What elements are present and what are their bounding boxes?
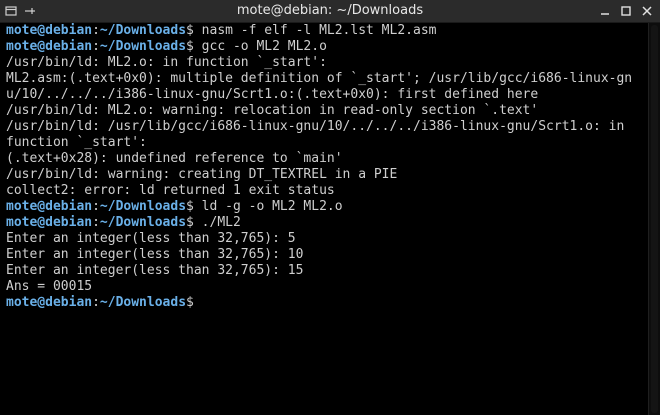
output-text: Enter an integer(less than 32,765): 5 xyxy=(6,231,296,246)
prompt-path: ~/Downloads xyxy=(99,295,187,310)
output-line: Enter an integer(less than 32,765): 15 xyxy=(6,263,644,279)
prompt-user-host: mote@debian xyxy=(6,39,93,54)
output-line: u/10/../../../i386-linux-gnu/Scrt1.o:(.t… xyxy=(6,87,644,103)
prompt-user-host: mote@debian xyxy=(6,23,93,38)
output-line: Enter an integer(less than 32,765): 5 xyxy=(6,231,644,247)
prompt-user-host: mote@debian xyxy=(6,215,93,230)
output-text: /usr/bin/ld: warning: creating DT_TEXTRE… xyxy=(6,167,398,182)
prompt-user-host: mote@debian xyxy=(6,295,93,310)
prompt-symbol: $ xyxy=(186,295,194,310)
prompt-separator: : xyxy=(92,23,100,38)
output-text: Enter an integer(less than 32,765): 15 xyxy=(6,263,304,278)
prompt-symbol: $ xyxy=(186,215,194,230)
terminal-window: mote@debian: ~/Downloads mote@debian:~/D… xyxy=(0,0,660,415)
title-bar[interactable]: mote@debian: ~/Downloads xyxy=(0,0,660,23)
prompt-path: ~/Downloads xyxy=(99,39,187,54)
prompt-separator: : xyxy=(92,295,100,310)
prompt-path: ~/Downloads xyxy=(99,23,187,38)
prompt-line: mote@debian:~/Downloads$ ld -g -o ML2 ML… xyxy=(6,199,644,215)
prompt-user-host: mote@debian xyxy=(6,199,93,214)
output-text: collect2: error: ld returned 1 exit stat… xyxy=(6,183,335,198)
output-text: u/10/../../../i386-linux-gnu/Scrt1.o:(.t… xyxy=(6,87,539,102)
output-line: function `_start': xyxy=(6,135,644,151)
prompt-line: mote@debian:~/Downloads$ xyxy=(6,295,644,311)
output-text: ML2.asm:(.text+0x0): multiple definition… xyxy=(6,71,633,86)
prompt-symbol: $ xyxy=(186,23,194,38)
maximize-icon[interactable] xyxy=(619,4,633,18)
titlebar-right-controls xyxy=(598,3,654,19)
command-text: gcc -o ML2 ML2.o xyxy=(193,39,327,54)
output-line: /usr/bin/ld: ML2.o: in function `_start'… xyxy=(6,55,644,71)
minimize-icon[interactable] xyxy=(598,4,612,18)
output-text: /usr/bin/ld: ML2.o: in function `_start'… xyxy=(6,55,327,70)
prompt-line: mote@debian:~/Downloads$ ./ML2 xyxy=(6,215,644,231)
output-line: Ans = 00015 xyxy=(6,279,644,295)
output-line: /usr/bin/ld: ML2.o: warning: relocation … xyxy=(6,103,644,119)
output-text: Ans = 00015 xyxy=(6,279,93,294)
scrollbar-thumb[interactable] xyxy=(651,25,658,413)
prompt-separator: : xyxy=(92,199,100,214)
output-text: /usr/bin/ld: ML2.o: warning: relocation … xyxy=(6,103,539,118)
prompt-separator: : xyxy=(92,39,100,54)
output-line: /usr/bin/ld: warning: creating DT_TEXTRE… xyxy=(6,167,644,183)
prompt-separator: : xyxy=(92,215,100,230)
window-title: mote@debian: ~/Downloads xyxy=(236,3,424,18)
terminal-output[interactable]: mote@debian:~/Downloads$ nasm -f elf -l … xyxy=(0,23,648,415)
command-text: ld -g -o ML2 ML2.o xyxy=(193,199,343,214)
vertical-scrollbar[interactable] xyxy=(648,23,660,415)
command-text: nasm -f elf -l ML2.lst ML2.asm xyxy=(193,23,437,38)
prompt-symbol: $ xyxy=(186,199,194,214)
output-line: (.text+0x28): undefined reference to `ma… xyxy=(6,151,644,167)
output-line: /usr/bin/ld: /usr/lib/gcc/i686-linux-gnu… xyxy=(6,119,644,135)
prompt-line: mote@debian:~/Downloads$ gcc -o ML2 ML2.… xyxy=(6,39,644,55)
output-text: Enter an integer(less than 32,765): 10 xyxy=(6,247,304,262)
output-text: (.text+0x28): undefined reference to `ma… xyxy=(6,151,343,166)
close-icon[interactable] xyxy=(640,4,654,18)
prompt-path: ~/Downloads xyxy=(99,215,187,230)
prompt-path: ~/Downloads xyxy=(99,199,187,214)
output-line: ML2.asm:(.text+0x0): multiple definition… xyxy=(6,71,644,87)
command-text: ./ML2 xyxy=(193,215,241,230)
output-line: collect2: error: ld returned 1 exit stat… xyxy=(6,183,644,199)
output-text: /usr/bin/ld: /usr/lib/gcc/i686-linux-gnu… xyxy=(6,119,625,134)
prompt-symbol: $ xyxy=(186,39,194,54)
prompt-line: mote@debian:~/Downloads$ nasm -f elf -l … xyxy=(6,23,644,39)
output-text: function `_start': xyxy=(6,135,147,150)
output-line: Enter an integer(less than 32,765): 10 xyxy=(6,247,644,263)
